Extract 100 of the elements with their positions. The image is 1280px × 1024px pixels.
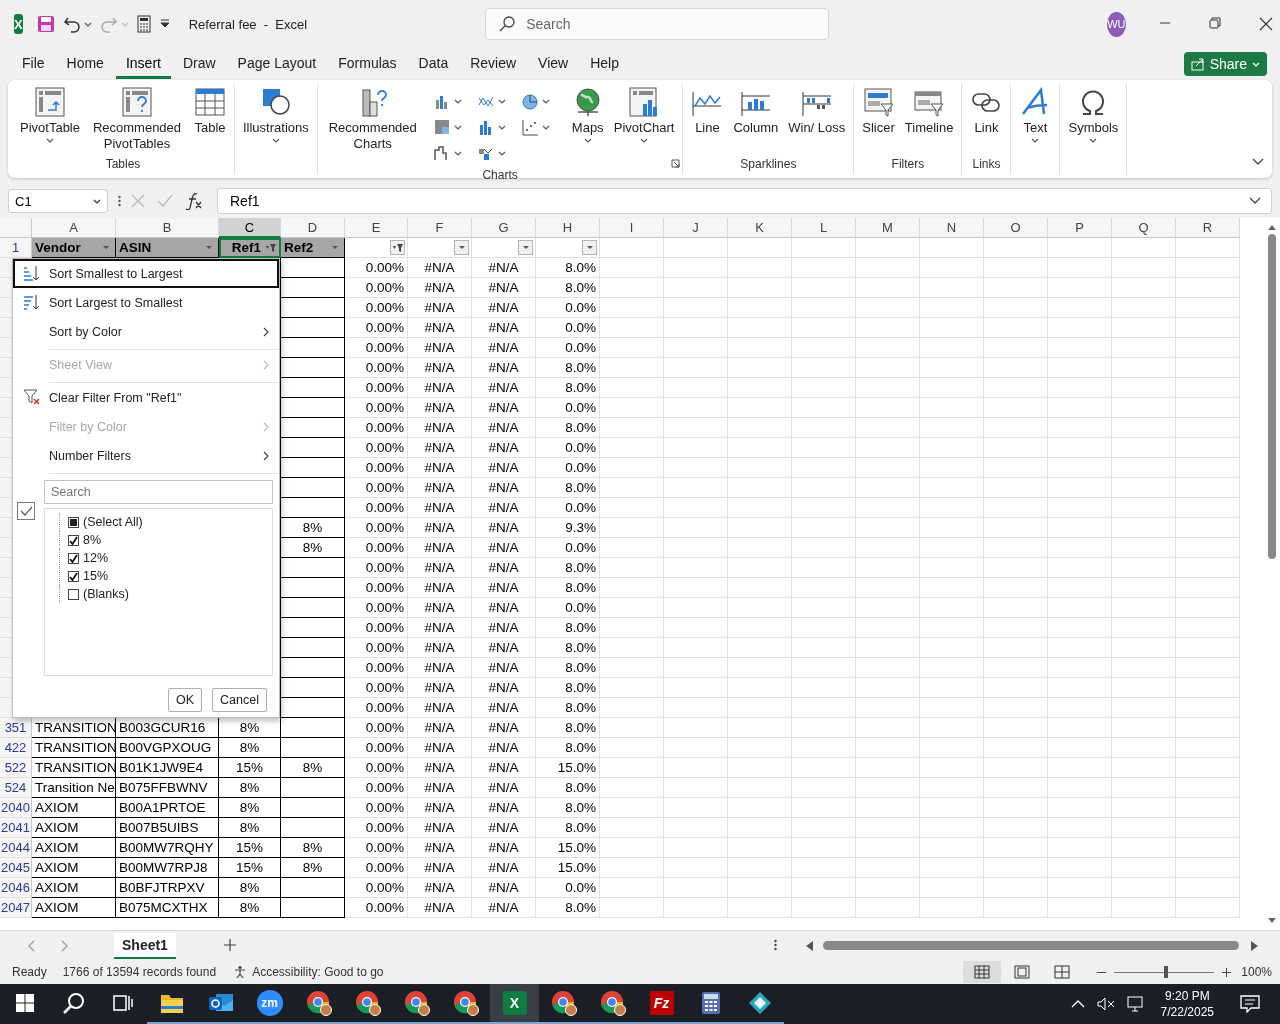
more-options-icon[interactable]	[773, 938, 777, 951]
letter-heading[interactable]: C	[219, 218, 281, 238]
ribbon-button[interactable]: Link	[966, 86, 1007, 157]
ribbon-button[interactable]: PivotChart	[609, 86, 679, 168]
letter-heading[interactable]: R	[1176, 218, 1240, 238]
ribbon-button[interactable]: Slicer	[858, 86, 899, 157]
filter-button[interactable]	[454, 240, 469, 255]
letter-heading[interactable]: J	[664, 218, 728, 238]
slider-thumb[interactable]	[1164, 966, 1169, 978]
letter-heading[interactable]: K	[728, 218, 792, 238]
calculator-icon[interactable]	[136, 15, 151, 33]
checkbox[interactable]	[68, 516, 79, 528]
letter-heading[interactable]: G	[472, 218, 536, 238]
checkbox[interactable]	[68, 552, 79, 564]
menu-tab[interactable]: Draw	[172, 49, 226, 79]
add-sheet-icon[interactable]	[223, 938, 236, 951]
menu-item[interactable]: Sort Smallest to Largest	[13, 259, 279, 288]
row-header[interactable]: 2040	[0, 798, 32, 818]
clock-date[interactable]: 7/22/2025	[1160, 1004, 1214, 1020]
letter-heading[interactable]: O	[984, 218, 1048, 238]
checkbox[interactable]	[68, 534, 79, 546]
app-logo[interactable]: X	[14, 14, 23, 34]
status-text[interactable]: Accessibility: Good to go	[252, 965, 384, 979]
letter-heading[interactable]: N	[920, 218, 984, 238]
collapse-ribbon-icon[interactable]	[1252, 158, 1264, 166]
more-options-icon[interactable]	[118, 195, 121, 207]
ribbon-button[interactable]: Recommended Charts	[321, 86, 424, 168]
letter-heading[interactable]: F	[408, 218, 472, 238]
ribbon-button[interactable]: Maps	[567, 86, 608, 168]
chevron-up-icon[interactable]	[1070, 1000, 1085, 1008]
row-header[interactable]: 1	[0, 238, 32, 258]
dialog-button[interactable]: OK	[168, 688, 203, 712]
menu-tab[interactable]: View	[528, 49, 579, 79]
filter-button[interactable]	[390, 240, 405, 255]
zoom-level[interactable]: 100%	[1241, 965, 1272, 979]
undo-icon[interactable]	[62, 15, 81, 33]
letter-heading[interactable]: P	[1048, 218, 1112, 238]
menu-tab[interactable]: Review	[460, 49, 527, 79]
letter-heading[interactable]: H	[536, 218, 600, 238]
menu-tab[interactable]: File	[12, 49, 55, 79]
share-button[interactable]: Share	[1183, 52, 1267, 76]
row-header[interactable]: 524	[0, 778, 32, 798]
row-header[interactable]: 2047	[0, 898, 32, 918]
scroll-left-icon[interactable]	[806, 940, 813, 951]
close-icon[interactable]	[1258, 17, 1273, 31]
speaker-muted-icon[interactable]	[1096, 997, 1115, 1011]
ribbon-button[interactable]: Symbols	[1064, 86, 1123, 157]
menu-tab[interactable]: Home	[56, 49, 114, 79]
row-header[interactable]: 351	[0, 718, 32, 738]
dialog-launcher-icon[interactable]	[671, 159, 681, 168]
scrollbar-thumb[interactable]	[1268, 234, 1276, 559]
filter-button[interactable]	[518, 240, 533, 255]
zoom-in-icon[interactable]	[1222, 967, 1232, 977]
filter-button[interactable]	[582, 240, 597, 255]
ribbon-button[interactable]: Timeline	[900, 86, 958, 157]
restore-icon[interactable]	[1208, 17, 1221, 29]
row-header[interactable]: 2045	[0, 858, 32, 878]
ribbon-button[interactable]: Line	[687, 86, 728, 157]
save-icon[interactable]	[36, 15, 55, 33]
customize-caret-icon[interactable]	[158, 19, 171, 29]
letter-heading[interactable]: Q	[1112, 218, 1176, 238]
value-list[interactable]: (Select All) 8% 12% 15% (Blanks)	[44, 508, 273, 676]
view-button[interactable]	[963, 961, 1002, 983]
search-field[interactable]: Search	[485, 8, 830, 40]
dialog-button[interactable]: Cancel	[212, 688, 267, 712]
checkmark-icon[interactable]	[17, 502, 35, 520]
scroll-right-icon[interactable]	[1251, 940, 1258, 951]
menu-tab[interactable]: Help	[580, 49, 629, 79]
formula-field[interactable]: Ref1	[217, 188, 1272, 214]
ribbon-button[interactable]: PivotTable	[16, 86, 84, 157]
avatar[interactable]: WU	[1107, 11, 1126, 37]
row-header[interactable]: 2046	[0, 878, 32, 898]
ribbon-button[interactable]: Illustrations	[239, 86, 313, 157]
expand-icon[interactable]	[1249, 197, 1261, 205]
letter-heading[interactable]: I	[600, 218, 664, 238]
menu-tab[interactable]: Formulas	[328, 49, 407, 79]
letter-heading[interactable]: D	[281, 218, 345, 238]
horizontal-scrollbar-thumb[interactable]	[823, 941, 1239, 950]
taskbar-button[interactable]: Fz	[637, 984, 686, 1024]
menu-tab[interactable]: Data	[408, 49, 459, 79]
sheet-tab[interactable]: Sheet1	[114, 932, 176, 959]
notification-icon[interactable]	[1240, 995, 1260, 1013]
insert-function-icon[interactable]	[185, 192, 203, 210]
ribbon-button[interactable]: Column	[729, 86, 783, 157]
letter-heading[interactable]: A	[32, 218, 116, 238]
name-box[interactable]: C1	[8, 189, 108, 213]
row-header[interactable]: 2044	[0, 838, 32, 858]
taskbar-button[interactable]: X	[490, 984, 539, 1024]
ribbon-button[interactable]: Text	[1015, 86, 1056, 157]
ribbon-button[interactable]: Recommended PivotTables	[86, 86, 188, 157]
search-field[interactable]: Search	[44, 480, 273, 504]
letter-heading[interactable]: L	[792, 218, 856, 238]
letter-heading[interactable]: B	[116, 218, 219, 238]
ribbon-button[interactable]: Win/ Loss	[784, 86, 850, 157]
letter-heading[interactable]: M	[856, 218, 920, 238]
menu-item[interactable]: Sort Largest to Smallest	[13, 288, 279, 317]
menu-item[interactable]: Clear Filter From "Ref1"	[13, 383, 279, 412]
ribbon-button[interactable]: Table	[190, 86, 230, 157]
checkbox[interactable]	[68, 588, 79, 600]
network-icon[interactable]	[1126, 996, 1145, 1012]
